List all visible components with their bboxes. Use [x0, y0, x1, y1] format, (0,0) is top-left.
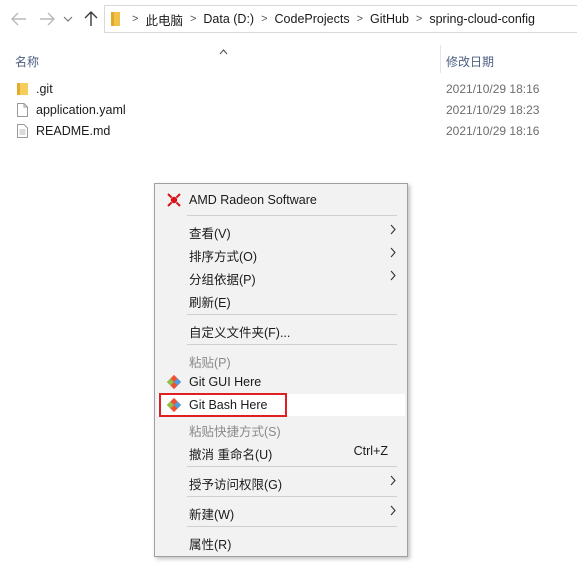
menu-item-new[interactable]: 新建(W): [157, 500, 405, 522]
address-bar[interactable]: > 此电脑 > Data (D:) > CodeProjects > GitHu…: [104, 5, 577, 33]
menu-item-view[interactable]: 查看(V): [157, 219, 405, 241]
breadcrumb-separator: >: [261, 13, 268, 25]
breadcrumb-github[interactable]: GitHub: [370, 12, 409, 26]
menu-item-label: 刷新(E): [189, 296, 231, 310]
menu-item-properties[interactable]: 属性(R): [157, 530, 405, 552]
file-name: application.yaml: [36, 103, 126, 117]
folder-icon: [111, 11, 121, 27]
menu-item-label: 粘贴(P): [189, 356, 231, 370]
menu-item-sort[interactable]: 排序方式(O): [157, 242, 405, 264]
menu-item-grant-access[interactable]: 授予访问权限(G): [157, 470, 405, 492]
breadcrumb-separator: >: [356, 13, 364, 25]
highlight-annotation-box: [159, 393, 287, 417]
submenu-arrow-icon: [390, 224, 396, 238]
menu-item-group[interactable]: 分组依据(P): [157, 265, 405, 287]
menu-item-amd-radeon[interactable]: AMD Radeon Software: [157, 189, 405, 211]
submenu-arrow-icon: [390, 247, 396, 261]
file-date: 2021/10/29 18:23: [446, 103, 540, 117]
git-gui-icon: [166, 374, 182, 393]
menu-item-paste: 粘贴(P): [157, 348, 405, 370]
menu-separator: [187, 314, 397, 315]
breadcrumb-spring-cloud-config[interactable]: spring-cloud-config: [429, 12, 535, 26]
menu-item-label: 授予访问权限(G): [189, 478, 283, 492]
file-row-git[interactable]: .git 2021/10/29 18:16: [0, 79, 577, 100]
menu-item-label: 属性(R): [189, 538, 232, 552]
breadcrumb-separator: >: [132, 13, 139, 25]
amd-radeon-icon: [166, 192, 182, 211]
file-name: .git: [36, 82, 53, 96]
menu-item-label: 自定义文件夹(F)...: [189, 326, 291, 340]
menu-item-label: Git GUI Here: [189, 375, 262, 389]
file-date: 2021/10/29 18:16: [446, 82, 540, 96]
menu-item-label: AMD Radeon Software: [189, 193, 317, 207]
menu-item-git-gui[interactable]: Git GUI Here: [157, 371, 405, 393]
column-divider[interactable]: [440, 45, 441, 73]
menu-item-label: 粘贴快捷方式(S): [189, 425, 281, 439]
breadcrumb-codeprojects[interactable]: CodeProjects: [275, 12, 350, 26]
chevron-down-icon[interactable]: [62, 8, 74, 30]
menu-separator: [187, 496, 397, 497]
back-arrow-icon[interactable]: [10, 8, 28, 30]
breadcrumb-separator: >: [415, 13, 423, 25]
text-file-icon: [17, 124, 28, 141]
menu-item-label: 撤消 重命名(U): [189, 448, 273, 462]
menu-separator: [187, 344, 397, 345]
menu-item-label: 排序方式(O): [189, 250, 258, 264]
menu-item-label: 查看(V): [189, 227, 231, 241]
submenu-arrow-icon: [390, 505, 396, 519]
context-menu: AMD Radeon Software 查看(V) 排序方式(O) 分组依据(P…: [154, 183, 408, 557]
menu-separator: [187, 526, 397, 527]
column-header-name[interactable]: 名称: [15, 53, 39, 70]
menu-item-customize-folder[interactable]: 自定义文件夹(F)...: [157, 318, 405, 340]
up-arrow-icon[interactable]: [82, 8, 100, 30]
breadcrumb-data-drive[interactable]: Data (D:): [203, 12, 254, 26]
folder-icon: [17, 82, 29, 99]
menu-item-shortcut: Ctrl+Z: [353, 444, 388, 458]
menu-item-label: 新建(W): [189, 508, 235, 522]
sort-ascending-icon: [219, 44, 228, 58]
menu-item-refresh[interactable]: 刷新(E): [157, 288, 405, 310]
submenu-arrow-icon: [390, 475, 396, 489]
file-date: 2021/10/29 18:16: [446, 124, 540, 138]
menu-item-label: 分组依据(P): [189, 273, 256, 287]
menu-item-undo-rename[interactable]: 撤消 重命名(U) Ctrl+Z: [157, 440, 405, 462]
menu-separator: [187, 466, 397, 467]
breadcrumb-separator: >: [189, 13, 197, 25]
menu-separator: [187, 215, 397, 216]
submenu-arrow-icon: [390, 270, 396, 284]
menu-item-paste-shortcut: 粘贴快捷方式(S): [157, 417, 405, 439]
navigation-bar: > 此电脑 > Data (D:) > CodeProjects > GitHu…: [0, 0, 577, 40]
forward-arrow-icon[interactable]: [38, 8, 56, 30]
file-icon: [17, 103, 28, 120]
breadcrumb-this-pc[interactable]: 此电脑: [145, 10, 183, 29]
file-name: README.md: [36, 124, 111, 138]
file-row-readme[interactable]: README.md 2021/10/29 18:16: [0, 121, 577, 142]
file-row-application-yaml[interactable]: application.yaml 2021/10/29 18:23: [0, 100, 577, 121]
column-header-date[interactable]: 修改日期: [446, 53, 494, 70]
